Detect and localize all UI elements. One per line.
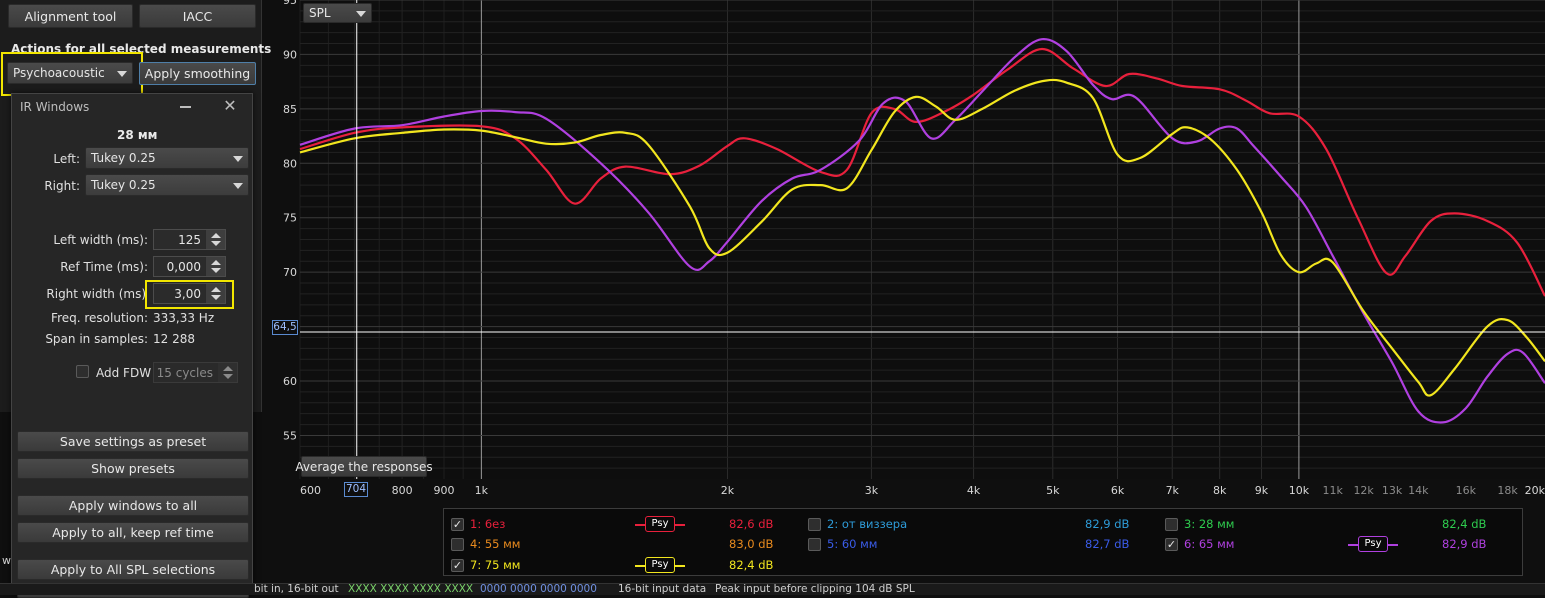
x-tick-label: 11k	[1323, 484, 1344, 497]
x-axis-labels: 600 800 900 1k 2k 3k 4k 5k 6k 7k 8k 9k 10k 11k 12k 13k 1…	[300, 484, 1545, 497]
spl-select-value: SPL	[309, 6, 331, 20]
legend-value: 82,7 dB	[1085, 537, 1130, 551]
x-tick-label: 8k	[1213, 484, 1227, 497]
x-tick-label: 10k	[1289, 484, 1310, 497]
x-tick-label: 3k	[865, 484, 879, 497]
legend-value: 82,4 dB	[729, 558, 774, 572]
y-tick-label: 90	[283, 48, 297, 61]
cursor-x-readout: 704	[344, 482, 368, 497]
y-tick-label: 75	[283, 212, 297, 225]
y-tick-label: 60	[283, 375, 297, 388]
legend-value: 83,0 dB	[729, 537, 774, 551]
x-tick-label: 20k	[1525, 484, 1545, 497]
y-tick-label: 95	[283, 0, 297, 7]
x-tick-label: 1k	[475, 484, 489, 497]
x-tick-label: 9k	[1255, 484, 1269, 497]
legend-checkbox[interactable]	[451, 538, 464, 551]
spl-chart[interactable]: 600 800 900 1k 2k 3k 4k 5k 6k 7k 8k 9k 10k 11k 12k 13k 1…	[0, 0, 1545, 500]
y-tick-label: 85	[283, 103, 297, 116]
legend-value: 82,6 dB	[729, 517, 774, 531]
legend-value: 82,4 dB	[1442, 517, 1487, 531]
x-tick-label: 600	[300, 484, 321, 497]
legend-checkbox[interactable]	[1165, 518, 1178, 531]
apply-all-spl-button[interactable]: Apply to All SPL selections	[17, 559, 249, 580]
x-tick-label: 5k	[1046, 484, 1060, 497]
legend-checkbox[interactable]	[808, 538, 821, 551]
y-tick-label: 55	[283, 429, 297, 442]
x-tick-label: 18k	[1497, 484, 1518, 497]
legend-checkbox[interactable]: ✓	[451, 559, 464, 572]
y-axis-labels: 556065707580859095	[283, 0, 297, 442]
w-fragment: w	[2, 554, 11, 567]
x-tick-label: 12k	[1353, 484, 1374, 497]
legend-value: 82,9 dB	[1085, 517, 1130, 531]
status-peak: Peak input before clipping 104 dB SPL	[715, 584, 915, 595]
psy-smoothing-badge: Psy	[645, 516, 675, 532]
status-input-data: 16-bit input data	[618, 584, 707, 595]
status-bits: bit in, 16-bit out	[254, 584, 339, 595]
y-tick-label: 80	[283, 157, 297, 170]
legend-label[interactable]: 4: 55 мм	[470, 537, 521, 551]
legend-label[interactable]: 1: 6ез	[470, 517, 505, 531]
x-tick-label: 4k	[967, 484, 981, 497]
cursor-y-readout: 64,5	[272, 320, 298, 335]
legend-checkbox[interactable]: ✓	[451, 518, 464, 531]
x-tick-label: 800	[392, 484, 413, 497]
average-responses-button[interactable]: Average the responses	[295, 456, 433, 477]
legend-value: 82,9 dB	[1442, 537, 1487, 551]
psy-smoothing-badge: Psy	[645, 557, 675, 573]
y-tick-label: 70	[283, 266, 297, 279]
x-tick-label: 6k	[1111, 484, 1125, 497]
x-tick-label: 13k	[1382, 484, 1403, 497]
apply-all-keep-ref-button[interactable]: Apply to all, keep ref time	[17, 522, 249, 543]
legend-checkbox[interactable]: ✓	[1165, 538, 1178, 551]
legend-label[interactable]: 7: 75 мм	[470, 558, 521, 572]
legend-label[interactable]: 2: от виззера	[827, 517, 907, 531]
x-tick-label: 900	[433, 484, 454, 497]
psy-smoothing-badge: Psy	[1358, 536, 1388, 552]
legend-checkbox[interactable]	[808, 518, 821, 531]
x-tick-label: 16k	[1456, 484, 1477, 497]
x-tick-label: 7k	[1166, 484, 1180, 497]
status-zeros: 0000 0000 0000 0000	[480, 584, 597, 595]
legend-label[interactable]: 3: 28 мм	[1184, 517, 1235, 531]
x-tick-label: 14k	[1408, 484, 1429, 497]
spl-select[interactable]: SPL	[303, 3, 372, 23]
chevron-down-icon	[356, 11, 366, 17]
legend-label[interactable]: 5: 60 мм	[827, 537, 878, 551]
legend-label[interactable]: 6: 65 мм	[1184, 537, 1235, 551]
status-xxxx: XXXX XXXX XXXX XXXX	[348, 584, 473, 595]
x-tick-label: 2k	[721, 484, 735, 497]
